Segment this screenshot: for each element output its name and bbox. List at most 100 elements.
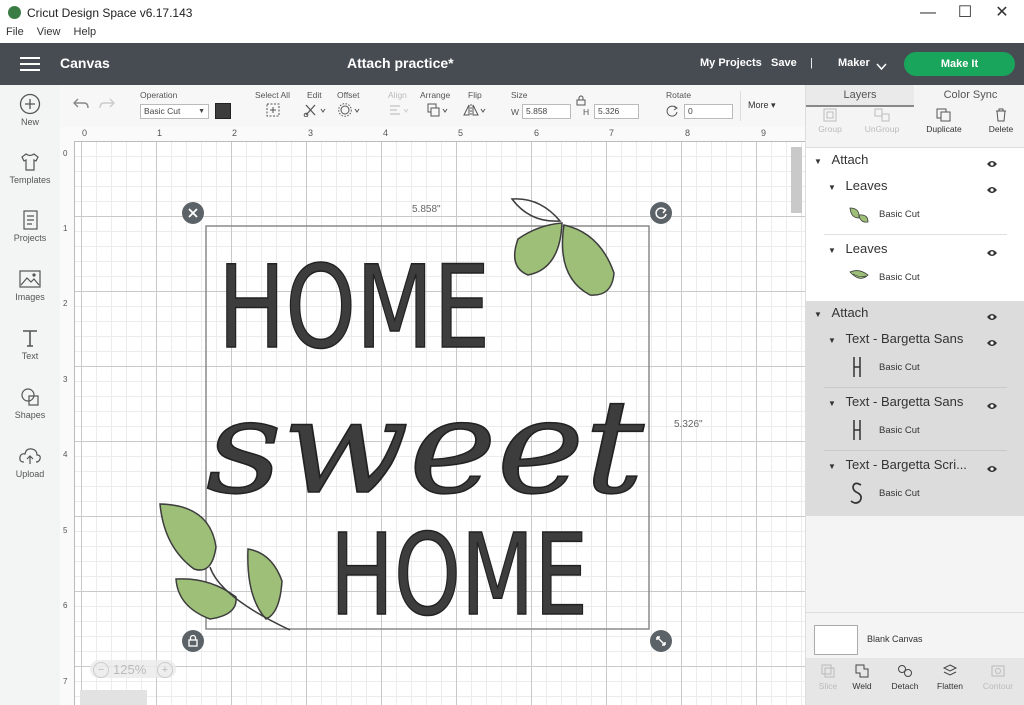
caret-down-icon: ▾: [768, 100, 776, 110]
weld-button[interactable]: Weld: [840, 663, 884, 691]
delete-button[interactable]: Delete: [978, 108, 1024, 134]
arrange-icon[interactable]: [426, 103, 450, 122]
sidebar-item-templates[interactable]: Templates: [0, 151, 60, 185]
menu-file[interactable]: File: [6, 26, 24, 38]
width-input[interactable]: 5.858: [522, 104, 571, 119]
operation-select[interactable]: Basic Cut ▼: [140, 104, 209, 119]
ruler-top: 0 1 2 3 4 5 6 7 8 9: [60, 127, 805, 142]
color-swatch[interactable]: [215, 103, 231, 119]
edit-scissors-icon[interactable]: [303, 103, 327, 122]
sidebar-item-label: Images: [15, 292, 45, 302]
align-icon[interactable]: [388, 103, 410, 122]
contour-button[interactable]: Contour: [976, 663, 1020, 691]
edit-toolbar: Operation Basic Cut ▼ Select All Edit Of…: [60, 85, 805, 128]
layer-name: Leaves: [845, 241, 888, 256]
save-button[interactable]: Save: [771, 57, 797, 69]
ruler-tick-label: 8: [685, 128, 691, 138]
make-it-button[interactable]: Make It: [904, 52, 1015, 76]
rotate-handle-icon[interactable]: [650, 202, 672, 224]
zoom-in-icon[interactable]: +: [157, 662, 173, 678]
blank-canvas-swatch[interactable]: [814, 625, 858, 655]
sidebar-item-images[interactable]: Images: [0, 268, 60, 302]
sidebar-item-new[interactable]: New: [0, 93, 60, 127]
ungroup-button[interactable]: UnGroup: [859, 108, 905, 134]
contour-label: Contour: [982, 681, 1014, 691]
sidebar-item-text[interactable]: Text: [0, 327, 60, 361]
layer-operation: Basic Cut: [879, 272, 920, 283]
close-window-button[interactable]: ✕: [984, 0, 1020, 26]
menu-view[interactable]: View: [37, 26, 61, 38]
layer-operation: Basic Cut: [879, 488, 920, 499]
layer-group-name: Attach: [831, 152, 869, 167]
select-all-label: Select All: [255, 90, 290, 100]
delete-handle-icon[interactable]: [182, 202, 204, 224]
projects-icon: [23, 210, 38, 230]
offset-icon[interactable]: [338, 103, 362, 122]
lock-handle-icon[interactable]: [182, 630, 204, 652]
collapse-caret-icon[interactable]: ▼: [814, 310, 822, 319]
layers-panel: Layers Color Sync Group UnGroup Duplicat…: [805, 85, 1024, 705]
text-icon: [23, 330, 37, 347]
sidebar-item-label: Templates: [9, 175, 51, 185]
design-text-home-bottom: HOME: [330, 511, 588, 641]
ruler-tick-label: 7: [63, 677, 68, 686]
eye-icon[interactable]: [986, 460, 998, 478]
collapse-caret-icon[interactable]: ▼: [828, 336, 836, 345]
resize-handle-icon[interactable]: [650, 630, 672, 652]
flip-label: Flip: [468, 90, 482, 100]
more-button[interactable]: More ▾: [748, 100, 776, 111]
detach-button[interactable]: Detach: [883, 663, 927, 691]
machine-select[interactable]: Maker: [838, 57, 870, 69]
design-canvas[interactable]: HOME sweet HOME 5.858" 5.326" − 125% +: [60, 127, 805, 705]
collapse-caret-icon[interactable]: ▼: [828, 246, 836, 255]
tab-layers[interactable]: Layers: [806, 85, 914, 107]
tab-color-sync[interactable]: Color Sync: [916, 85, 1024, 105]
collapse-caret-icon[interactable]: ▼: [828, 399, 836, 408]
redo-icon[interactable]: [98, 97, 116, 116]
menu-help[interactable]: Help: [74, 26, 97, 38]
collapse-caret-icon[interactable]: ▼: [828, 462, 836, 471]
chevron-down-icon[interactable]: [876, 58, 887, 76]
slice-label: Slice: [818, 681, 838, 691]
collapse-caret-icon[interactable]: ▼: [814, 157, 822, 166]
eye-icon[interactable]: [986, 308, 998, 326]
eye-icon[interactable]: [986, 181, 998, 199]
eye-icon[interactable]: [986, 397, 998, 415]
minimize-button[interactable]: —: [910, 0, 946, 26]
eye-icon[interactable]: [986, 334, 998, 352]
duplicate-icon: [936, 108, 951, 122]
sidebar-item-projects[interactable]: Projects: [0, 209, 60, 243]
operation-value: Basic Cut: [144, 106, 181, 116]
layer-name: Text - Bargetta Sans: [845, 331, 964, 346]
my-projects-link[interactable]: My Projects: [700, 57, 762, 69]
collapse-caret-icon[interactable]: ▼: [828, 183, 836, 192]
text-h-thumbnail-icon: [850, 355, 864, 384]
maximize-button[interactable]: ☐: [947, 0, 983, 26]
sidebar-item-upload[interactable]: Upload: [0, 445, 60, 479]
eye-icon[interactable]: [986, 244, 998, 262]
duplicate-button[interactable]: Duplicate: [920, 108, 968, 134]
select-all-icon[interactable]: [266, 103, 280, 122]
sidebar-item-shapes[interactable]: Shapes: [0, 386, 60, 420]
menu-bar: File View Help: [0, 26, 1024, 43]
text-s-thumbnail-icon: [848, 481, 866, 510]
title-bar: Cricut Design Space v6.17.143 — ☐ ✕: [0, 0, 1024, 26]
horizontal-scrollbar[interactable]: [80, 690, 147, 705]
leaf-thumbnail-icon: [848, 205, 870, 230]
group-button[interactable]: Group: [807, 108, 853, 134]
height-input[interactable]: 5.326: [594, 104, 639, 119]
rotate-input[interactable]: 0: [684, 104, 733, 119]
eye-icon[interactable]: [986, 155, 998, 173]
hamburger-menu-icon[interactable]: [20, 56, 40, 77]
undo-icon[interactable]: [72, 97, 90, 116]
flip-icon[interactable]: [462, 103, 488, 122]
ruler-tick-label: 3: [308, 128, 314, 138]
vertical-scrollbar[interactable]: [791, 147, 802, 213]
flatten-button[interactable]: Flatten: [928, 663, 972, 691]
arrange-label: Arrange: [420, 90, 451, 100]
leaf-thumbnail-icon: [848, 267, 870, 292]
section-title: Canvas: [60, 55, 110, 71]
zoom-out-icon[interactable]: −: [93, 662, 109, 678]
detach-icon: [898, 665, 912, 677]
sidebar-item-label: Upload: [15, 469, 45, 479]
